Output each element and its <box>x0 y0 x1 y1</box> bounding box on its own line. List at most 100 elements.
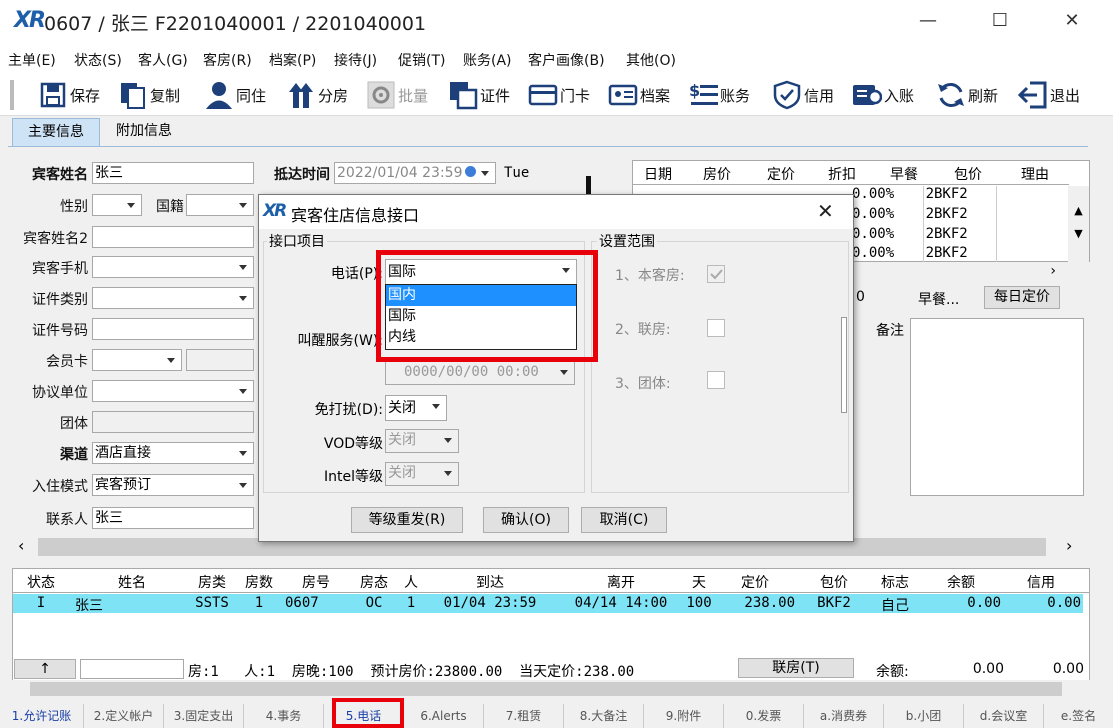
tab-main-info[interactable]: 主要信息 <box>12 118 100 146</box>
rate-col-date[interactable]: 日期 <box>633 164 683 184</box>
minimize-icon[interactable]: — <box>908 6 948 36</box>
rate-col-reason[interactable]: 理由 <box>1001 164 1069 184</box>
menu-reception[interactable]: 接待(J) <box>334 50 377 70</box>
menu-promotion[interactable]: 促销(T) <box>398 50 445 70</box>
table-row[interactable]: I 张三 SSTS 1 0607 OC 1 01/04 23:59 04/14 … <box>13 594 1083 614</box>
scroll-right2-icon[interactable]: › <box>1066 536 1072 555</box>
mobile-select[interactable] <box>92 256 254 278</box>
remark-textarea[interactable] <box>910 318 1084 496</box>
tab-extra-info[interactable]: 附加信息 <box>104 118 184 146</box>
tab-allow-charge[interactable]: 1.允许记账 <box>0 704 84 728</box>
range-scroll[interactable] <box>841 317 847 413</box>
member-card-select[interactable] <box>92 349 182 371</box>
col-flag[interactable]: 标志 <box>871 572 919 592</box>
resend-level-button[interactable]: 等级重发(R) <box>351 507 463 533</box>
col-balance[interactable]: 余额 <box>919 572 1003 592</box>
col-name[interactable]: 姓名 <box>75 572 189 592</box>
menu-accounts[interactable]: 账务(A) <box>463 50 512 70</box>
col-days[interactable]: 天 <box>685 572 713 592</box>
col-room-no[interactable]: 房号 <box>283 572 349 592</box>
maximize-icon[interactable]: ☐ <box>980 6 1020 36</box>
col-credit[interactable]: 信用 <box>1003 572 1079 592</box>
vod-select[interactable]: 关闭 <box>385 429 459 453</box>
rate-grid-hscroll[interactable]: › <box>854 262 1090 284</box>
tab-coupon[interactable]: a.消费券 <box>804 704 884 728</box>
checkin-mode-select[interactable]: 宾客预订 <box>92 474 254 496</box>
guest-name-input[interactable]: 张三 <box>92 162 254 184</box>
col-status[interactable]: 状态 <box>13 572 69 592</box>
rate-grid-vscroll[interactable]: ▲ ▼ <box>1068 186 1089 262</box>
channel-select[interactable]: 酒店直接 <box>92 442 254 464</box>
confirm-button[interactable]: 确认(O) <box>483 507 569 533</box>
id-document-button[interactable]: 证件 <box>448 78 510 112</box>
close-icon[interactable]: ✕ <box>1052 6 1092 36</box>
batch-button[interactable]: 批量 <box>366 78 428 112</box>
rate-col-breakfast[interactable]: 早餐 <box>873 164 935 184</box>
post-charge-button[interactable]: 入账 <box>852 78 914 112</box>
col-room-type[interactable]: 房类 <box>189 572 235 592</box>
tab-affairs[interactable]: 4.事务 <box>244 704 324 728</box>
linked-rooms-button[interactable]: 联房(T) <box>738 658 854 678</box>
arrival-input[interactable]: 2022/01/04 23:59 <box>334 162 496 184</box>
copy-button[interactable]: 复制 <box>118 78 180 112</box>
agreement-select[interactable] <box>92 380 254 402</box>
wakeup-datetime[interactable]: 0000/00/00 00:00 <box>385 361 575 385</box>
tab-big-remark[interactable]: 8.大备注 <box>564 704 644 728</box>
share-room-button[interactable]: 同住 <box>204 78 266 112</box>
tab-small-group[interactable]: b.小团 <box>884 704 964 728</box>
table-hscroll[interactable] <box>12 680 1090 698</box>
tab-define-account[interactable]: 2.定义帐户 <box>84 704 164 728</box>
intel-select[interactable]: 关闭 <box>385 462 459 486</box>
col-arrival[interactable]: 到达 <box>423 572 557 592</box>
cancel-button[interactable]: 取消(C) <box>581 507 667 533</box>
col-package[interactable]: 包价 <box>797 572 871 592</box>
scroll-right-icon[interactable]: › <box>1050 263 1056 279</box>
col-departure[interactable]: 离开 <box>557 572 685 592</box>
rate-col-package[interactable]: 包价 <box>935 164 1001 184</box>
exit-button[interactable]: 退出 <box>1018 78 1080 112</box>
tab-meeting-room[interactable]: d.会议室 <box>964 704 1044 728</box>
scroll-down-icon[interactable]: ▼ <box>1068 227 1089 240</box>
menu-profile[interactable]: 档案(P) <box>269 50 316 70</box>
range-linked-checkbox[interactable] <box>707 319 725 337</box>
tab-invoice[interactable]: 0.发票 <box>724 704 804 728</box>
col-persons[interactable]: 人 <box>399 572 423 592</box>
col-room-state[interactable]: 房态 <box>349 572 399 592</box>
save-button[interactable]: 保存 <box>38 78 100 112</box>
range-group-checkbox[interactable] <box>707 371 725 389</box>
move-up-button[interactable]: ↑ <box>14 659 76 679</box>
id-no-input[interactable] <box>92 318 254 340</box>
menu-status[interactable]: 状态(S) <box>74 50 122 70</box>
contact-input[interactable]: 张三 <box>92 507 254 529</box>
tab-alerts[interactable]: 6.Alerts <box>404 704 484 728</box>
scroll-up-icon[interactable]: ▲ <box>1068 204 1089 217</box>
accounts-button[interactable]: $ 账务 <box>688 78 750 112</box>
menu-other[interactable]: 其他(O) <box>626 50 676 70</box>
summary-input[interactable] <box>80 659 184 679</box>
table-scroll-thumb[interactable] <box>30 682 1062 696</box>
menu-guest[interactable]: 客人(G) <box>138 50 188 70</box>
guest-name2-input[interactable] <box>92 226 254 248</box>
rate-col-discount[interactable]: 折扣 <box>811 164 873 184</box>
daily-rate-button[interactable]: 每日定价 <box>984 286 1060 309</box>
col-rate[interactable]: 定价 <box>713 572 797 592</box>
tab-attachments[interactable]: 9.附件 <box>644 704 724 728</box>
tab-signature[interactable]: e.签名 <box>1044 704 1113 728</box>
range-this-room-checkbox[interactable] <box>707 265 725 283</box>
tab-fixed-expense[interactable]: 3.固定支出 <box>164 704 244 728</box>
refresh-button[interactable]: 刷新 <box>936 78 998 112</box>
nationality-select[interactable] <box>186 194 254 216</box>
gender-select[interactable] <box>92 194 142 216</box>
dnd-select[interactable]: 关闭 <box>385 395 447 421</box>
menu-customer-profile[interactable]: 客户画像(B) <box>528 50 605 70</box>
col-room-count[interactable]: 房数 <box>235 572 283 592</box>
rate-col-price[interactable]: 房价 <box>683 164 751 184</box>
rate-col-fixed[interactable]: 定价 <box>751 164 811 184</box>
tab-rental[interactable]: 7.租赁 <box>484 704 564 728</box>
dialog-close-icon[interactable]: ✕ <box>817 199 834 223</box>
menu-room[interactable]: 客房(R) <box>203 50 252 70</box>
scroll-left-icon[interactable]: ‹ <box>18 536 24 555</box>
profile-button[interactable]: 档案 <box>608 78 670 112</box>
assign-room-button[interactable]: 分房 <box>286 78 348 112</box>
room-card-button[interactable]: 门卡 <box>528 78 590 112</box>
